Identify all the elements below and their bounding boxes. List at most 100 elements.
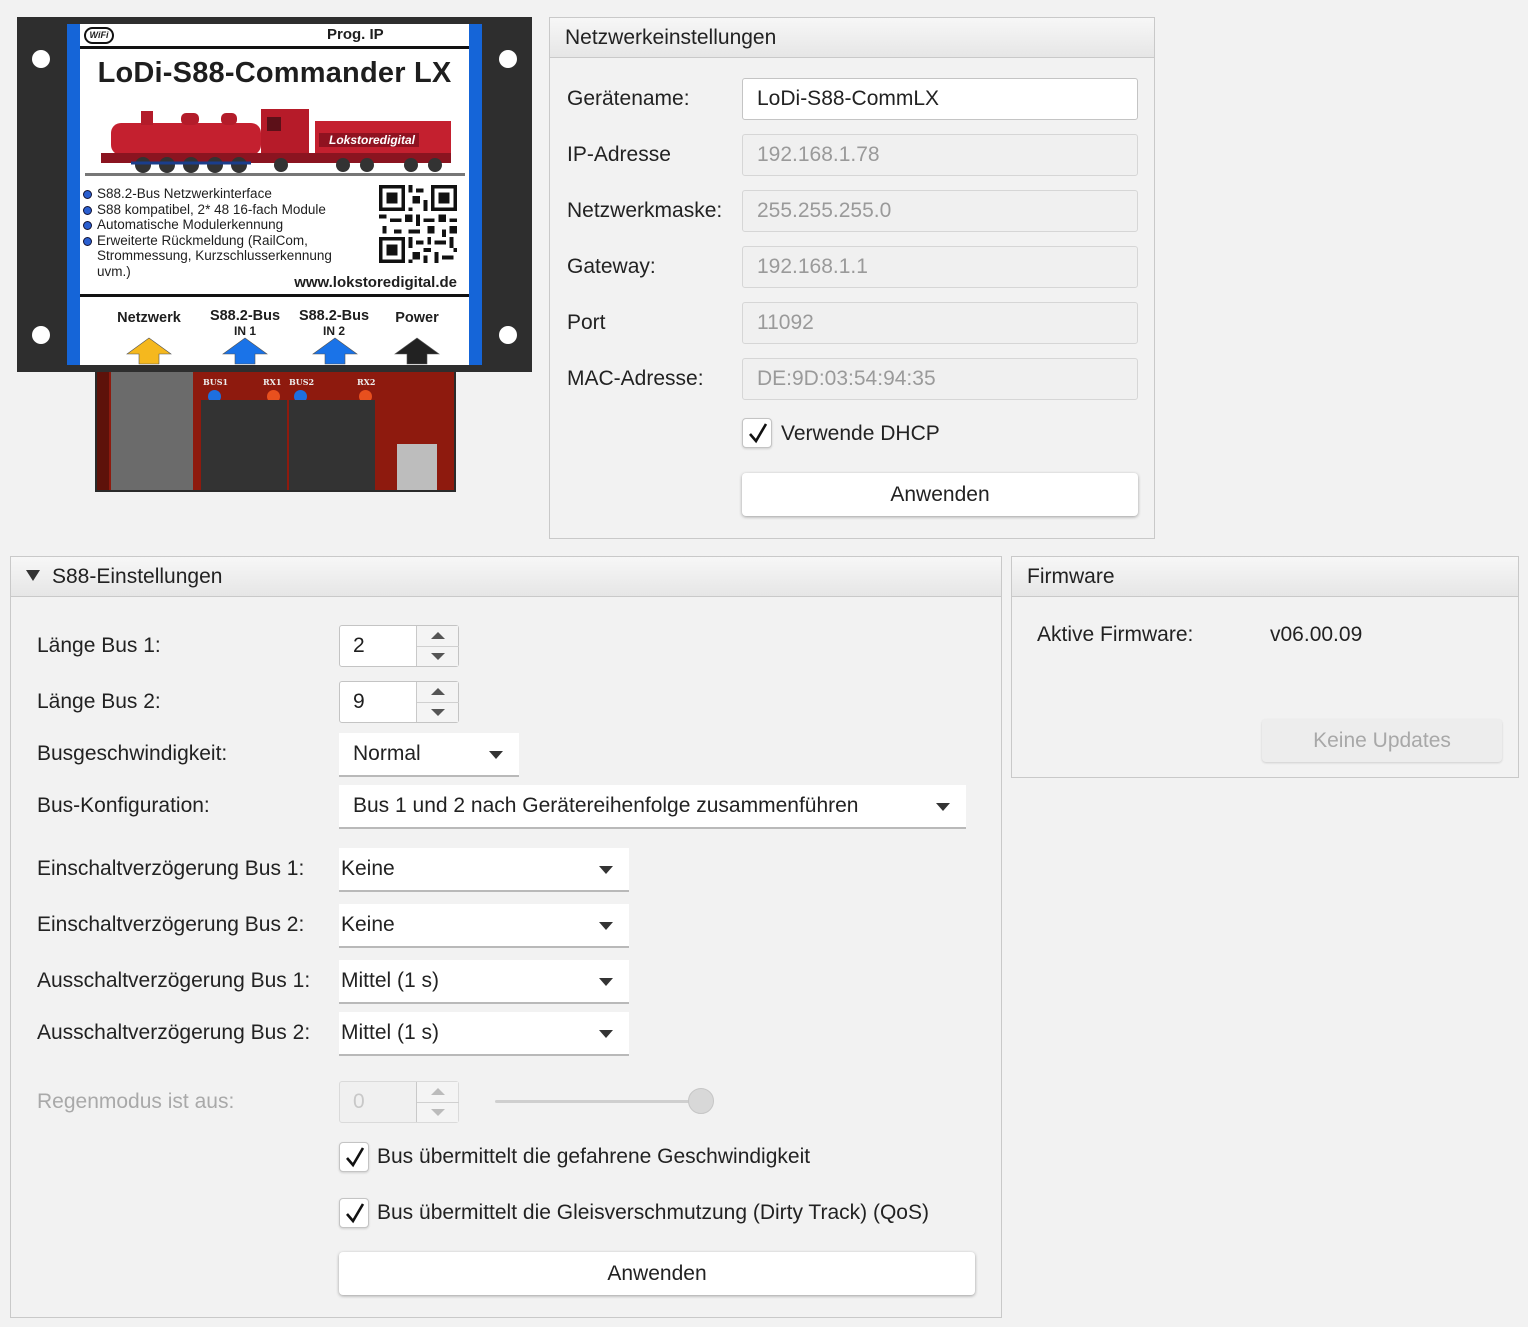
feature-item: Erweiterte Rückmeldung (RailCom, (83, 233, 368, 249)
mount-hole (32, 326, 50, 344)
device-board: BUS1 RX1 BUS2 RX2 (95, 372, 456, 492)
bus1-length-label: Länge Bus 1: (37, 634, 161, 657)
increment-icon[interactable] (417, 682, 459, 702)
mount-hole (499, 50, 517, 68)
active-firmware-value: v06.00.09 (1270, 623, 1363, 646)
ip-address-field[interactable]: 192.168.1.78 (742, 134, 1138, 176)
decrement-icon[interactable] (417, 646, 459, 666)
device-image: WiFi Prog. IP LoDi-S88-Commander LX Loks… (17, 17, 532, 492)
chevron-down-icon (489, 751, 503, 759)
on-delay-bus1-label: Einschaltverzögerung Bus 1: (37, 857, 305, 880)
bus2-length-value[interactable]: 9 (353, 682, 365, 722)
on-delay-bus2-label: Einschaltverzögerung Bus 2: (37, 913, 305, 936)
chevron-down-icon (599, 866, 613, 874)
on-delay-bus2-value: Keine (341, 913, 395, 936)
no-updates-button[interactable]: Keine Updates (1262, 719, 1502, 762)
dhcp-checkbox[interactable] (742, 418, 772, 448)
device-url: www.lokstoredigital.de (294, 274, 457, 291)
arrow-up-icon (394, 337, 440, 365)
on-delay-bus2-select[interactable]: Keine (339, 904, 629, 948)
feature-item: S88 kompatibel, 2* 48 16-fach Module (83, 202, 368, 218)
brand-badge: Lokstoredigital (329, 133, 416, 147)
s88-settings-header[interactable]: S88-Einstellungen (11, 557, 1001, 597)
port-field[interactable]: 11092 (742, 302, 1138, 344)
network-settings-panel: Netzwerkeinstellungen Gerätename: LoDi-S… (549, 17, 1155, 539)
checkmark-icon (346, 1203, 365, 1224)
s88-apply-button[interactable]: Anwenden (339, 1252, 975, 1295)
off-delay-bus2-value: Mittel (1 s) (341, 1021, 440, 1044)
rain-mode-slider-track[interactable] (495, 1100, 701, 1103)
chevron-down-icon (936, 803, 950, 811)
led-label-rx2: RX2 (357, 377, 376, 387)
increment-icon[interactable] (417, 1082, 459, 1102)
port-label-bus1: S88.2-Bus IN 1 (209, 308, 281, 339)
label-divider (80, 294, 469, 297)
device-features: S88.2-Bus Netzwerkinterface S88 kompatib… (83, 186, 368, 280)
bus1-length-spinner[interactable]: 2 (339, 625, 459, 667)
bus-speed-label: Busgeschwindigkeit: (37, 742, 228, 765)
rain-mode-label: Regenmodus ist aus: (37, 1090, 235, 1113)
rain-mode-spinner[interactable]: 0 (339, 1081, 459, 1123)
off-delay-bus2-label: Ausschaltverzögerung Bus 2: (37, 1021, 311, 1044)
network-apply-button[interactable]: Anwenden (742, 473, 1138, 516)
label-divider (80, 46, 469, 49)
board-edge (97, 372, 109, 490)
rain-mode-slider-thumb[interactable] (688, 1088, 714, 1114)
arrow-up-icon (126, 337, 172, 365)
on-delay-bus1-select[interactable]: Keine (339, 848, 629, 892)
off-delay-bus2-select[interactable]: Mittel (1 s) (339, 1012, 629, 1056)
arrow-up-icon (222, 337, 268, 365)
speed-report-label[interactable]: Bus übermittelt die gefahrene Geschwindi… (377, 1145, 810, 1169)
s88-settings-title: S88-Einstellungen (52, 565, 223, 588)
feature-item: Automatische Modulerkennung (83, 217, 368, 233)
decrement-icon[interactable] (417, 702, 459, 722)
mac-address-label: MAC-Adresse: (567, 367, 704, 390)
gateway-field[interactable]: 192.168.1.1 (742, 246, 1138, 288)
led-label-rx1: RX1 (263, 377, 282, 387)
device-name-field[interactable]: LoDi-S88-CommLX (742, 78, 1138, 120)
bus2-port (289, 400, 375, 490)
bus-config-label: Bus-Konfiguration: (37, 794, 210, 817)
bus1-length-value[interactable]: 2 (353, 626, 365, 666)
dirty-track-label[interactable]: Bus übermittelt die Gleisverschmutzung (… (377, 1201, 929, 1225)
feature-item: S88.2-Bus Netzwerkinterface (83, 186, 368, 202)
netmask-field[interactable]: 255.255.255.0 (742, 190, 1138, 232)
off-delay-bus1-select[interactable]: Mittel (1 s) (339, 960, 629, 1004)
bus-speed-value: Normal (353, 742, 421, 765)
spinner-buttons (416, 682, 459, 722)
firmware-title: Firmware (1012, 557, 1518, 597)
bus-config-value: Bus 1 und 2 nach Gerätereihenfolge zusam… (353, 794, 859, 817)
chevron-down-icon (599, 1030, 613, 1038)
network-port (111, 372, 193, 490)
led-label-bus1: BUS1 (203, 377, 229, 387)
speed-report-checkbox[interactable] (339, 1142, 369, 1172)
bus-speed-select[interactable]: Normal (339, 733, 519, 777)
chevron-down-icon (599, 978, 613, 986)
decrement-icon[interactable] (417, 1102, 459, 1122)
chevron-down-icon (599, 922, 613, 930)
port-label-network: Netzwerk (117, 310, 181, 326)
off-delay-bus1-value: Mittel (1 s) (341, 969, 440, 992)
led-label-bus2: BUS2 (289, 377, 315, 387)
mount-hole (32, 50, 50, 68)
bus1-port (201, 400, 287, 490)
s88-settings-panel: S88-Einstellungen Länge Bus 1: 2 Länge B… (10, 556, 1002, 1318)
bus-config-select[interactable]: Bus 1 und 2 nach Gerätereihenfolge zusam… (339, 785, 966, 829)
bus2-length-spinner[interactable]: 9 (339, 681, 459, 723)
dirty-track-checkbox[interactable] (339, 1198, 369, 1228)
port-label: Port (567, 311, 606, 334)
feature-continuation: Strommessung, Kurzschlusserkennung (97, 248, 332, 264)
netmask-label: Netzwerkmaske: (567, 199, 723, 222)
mac-address-field[interactable]: DE:9D:03:54:94:35 (742, 358, 1138, 400)
rain-mode-value[interactable]: 0 (353, 1082, 365, 1122)
dhcp-label[interactable]: Verwende DHCP (781, 422, 940, 446)
collapse-triangle-icon[interactable] (26, 569, 40, 581)
increment-icon[interactable] (417, 626, 459, 646)
active-firmware-label: Aktive Firmware: (1037, 623, 1194, 646)
prog-ip-label: Prog. IP (327, 26, 384, 43)
locomotive-image: Lokstoredigital (85, 109, 465, 176)
checkmark-icon (749, 423, 768, 444)
ip-address-label: IP-Adresse (567, 143, 671, 166)
mount-hole (499, 326, 517, 344)
port-label-bus2: S88.2-Bus IN 2 (298, 308, 370, 339)
